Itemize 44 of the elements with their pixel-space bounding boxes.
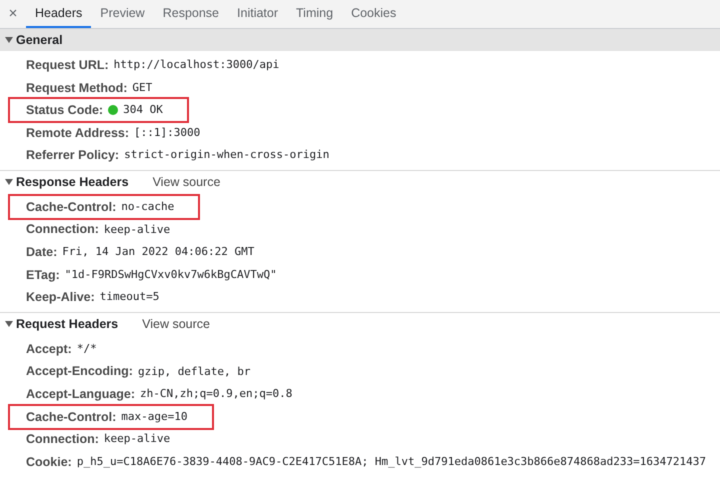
header-value: [::1]:3000 bbox=[134, 124, 200, 141]
section-header[interactable]: General bbox=[0, 29, 720, 51]
tab[interactable]: Response bbox=[154, 0, 228, 28]
header-value: p_h5_u=C18A6E76-3839-4408-9AC9-C2E417C51E8A; Hm_lvt_9d791eda0861e3c3b866e874868ad233=1634721437 bbox=[76, 454, 706, 470]
header-name: Cookie: bbox=[26, 454, 72, 471]
header-value: zh-CN,zh;q=0.9,en;q=0.8 bbox=[140, 386, 292, 402]
header-value: */* bbox=[76, 340, 97, 357]
header-name: Date: bbox=[26, 244, 58, 262]
view-source-link[interactable]: View source bbox=[142, 314, 210, 334]
tab[interactable]: Initiator bbox=[228, 0, 288, 28]
header-value: no-cache bbox=[121, 199, 174, 216]
header-name: Cache-Control: bbox=[26, 408, 116, 426]
tab[interactable]: Cookies bbox=[342, 0, 406, 28]
header-name: ETag: bbox=[26, 266, 60, 284]
header-name: Accept-Encoding: bbox=[26, 363, 133, 380]
header-name: Request URL: bbox=[26, 56, 109, 74]
header-name: Connection: bbox=[26, 221, 99, 238]
header-name: Remote Address: bbox=[26, 124, 130, 142]
header-name: Request Method: bbox=[26, 80, 128, 97]
header-name: Status Code: bbox=[26, 102, 104, 120]
header-value: keep-alive bbox=[104, 431, 170, 448]
header-value: GET bbox=[132, 80, 152, 96]
header-name: Connection: bbox=[26, 431, 99, 448]
section-title: Request Headers bbox=[16, 316, 118, 333]
header-value: timeout=5 bbox=[100, 289, 160, 306]
header-value: keep-alive bbox=[104, 222, 170, 238]
header-name: Accept: bbox=[26, 340, 72, 358]
header-value: max-age=10 bbox=[121, 408, 188, 425]
header-value: strict-origin-when-cross-origin bbox=[124, 147, 330, 164]
view-source-link[interactable]: View source bbox=[152, 172, 220, 192]
section-title: General bbox=[16, 32, 63, 49]
tab[interactable]: Preview bbox=[91, 0, 154, 28]
header-value: http://localhost:3000/api bbox=[114, 57, 280, 74]
section-title: Response Headers bbox=[16, 174, 129, 191]
close-button[interactable]: × bbox=[0, 0, 26, 28]
header-value: 304 OK bbox=[123, 102, 163, 118]
header-name: Accept-Language: bbox=[26, 386, 136, 404]
header-name: Keep-Alive: bbox=[26, 289, 95, 306]
header-value: gzip, deflate, br bbox=[138, 364, 251, 380]
header-value: "1d-F9RDSwHgCVxv0kv7w6kBgCAVTwQ" bbox=[64, 266, 277, 283]
tab[interactable]: Timing bbox=[287, 0, 342, 28]
header-name: Cache-Control: bbox=[26, 198, 116, 216]
header-value: Fri, 14 Jan 2022 04:06:22 GMT bbox=[62, 244, 254, 260]
header-name: Referrer Policy: bbox=[26, 147, 120, 164]
